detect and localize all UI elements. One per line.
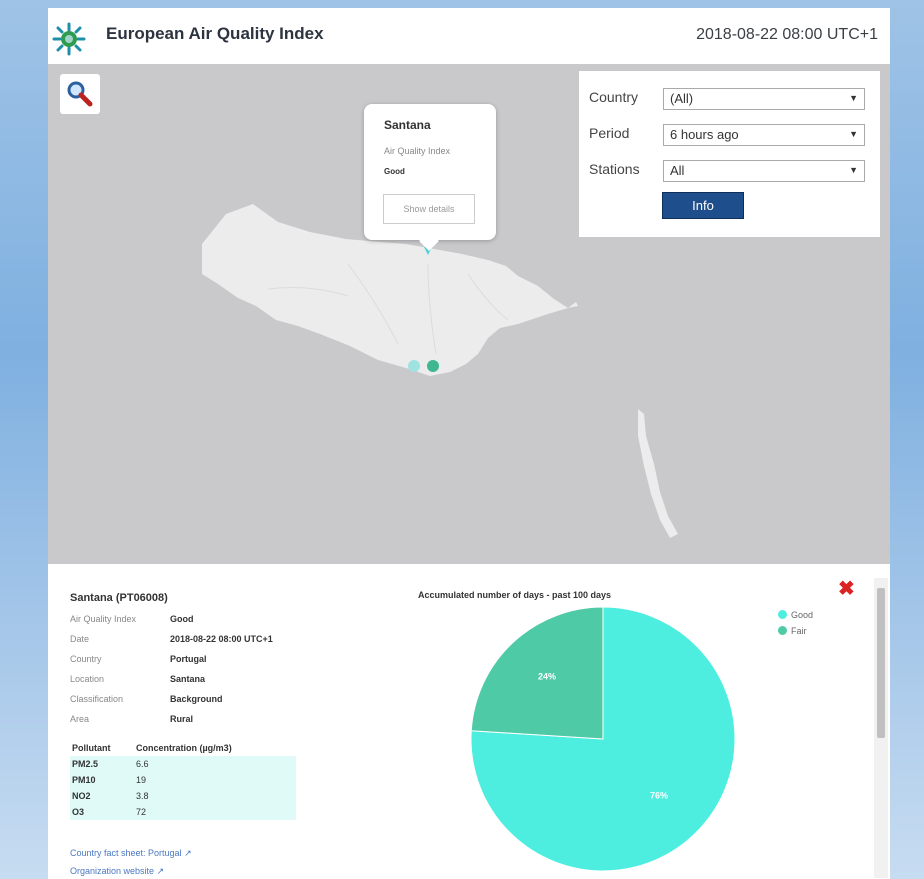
stations-select[interactable]: All ▼ [663,160,865,182]
zoom-button[interactable] [60,74,100,114]
station-detail-panel: Santana (PT06008) Air Quality Index Good … [48,564,890,879]
aqi-panel: European Air Quality Index 2018-08-22 08… [48,8,890,879]
popup-aqi-value: Good [384,167,405,176]
pollutant-table: Pollutant Concentration (µg/m3) PM2.5 6.6… [70,740,296,820]
attr-row: Location Santana [70,674,206,684]
attr-row: Air Quality Index Good [70,614,194,624]
header: European Air Quality Index 2018-08-22 08… [48,8,890,64]
header-timestamp: 2018-08-22 08:00 UTC+1 [696,26,878,43]
chart-title: Accumulated number of days - past 100 da… [418,590,612,600]
stations-label: Stations [589,161,640,177]
info-button[interactable]: Info [662,192,744,219]
map-marker[interactable] [408,360,420,372]
chevron-down-icon: ▼ [849,165,858,175]
popup-station-name: Santana [384,118,431,132]
pie-label-good: 76% [650,791,668,801]
period-select[interactable]: 6 hours ago ▼ [663,124,865,146]
country-select[interactable]: (All) ▼ [663,88,865,110]
popup-aqi-label: Air Quality Index [384,146,451,156]
period-select-value: 6 hours ago [670,127,739,142]
legend-item-good[interactable]: Good [778,610,813,620]
scrollbar[interactable] [874,578,888,878]
attr-row: Area Rural [70,714,194,724]
station-popup: Santana Air Quality Index Good Show deta… [364,104,496,251]
attr-row: Classification Background [70,694,223,704]
pollutant-header: Pollutant [70,740,134,756]
external-link-icon: ↗ [156,866,165,876]
aqi-pie-chart: 76% 24% [470,606,736,872]
legend-swatch [778,610,787,619]
app-title: European Air Quality Index [106,24,324,43]
table-row: NO2 3.8 [70,788,296,804]
chevron-down-icon: ▼ [849,129,858,139]
station-title: Santana (PT06008) [70,592,168,604]
map-marker[interactable] [427,360,439,372]
table-row: PM2.5 6.6 [70,756,296,772]
legend-swatch [778,626,787,635]
attr-row: Country Portugal [70,654,207,664]
organization-website-link[interactable]: Organization website ↗ [70,866,164,877]
period-label: Period [589,125,630,141]
scrollbar-thumb[interactable] [877,588,885,738]
country-fact-sheet-link[interactable]: Country fact sheet: Portugal ↗ [70,848,192,859]
legend-item-fair[interactable]: Fair [778,626,807,636]
aqi-logo-icon [52,22,86,56]
chevron-down-icon: ▼ [849,93,858,103]
magnifier-icon [67,81,93,107]
table-header-row: Pollutant Concentration (µg/m3) [70,740,296,756]
table-row: PM10 19 [70,772,296,788]
stations-select-value: All [670,163,685,178]
external-link-icon: ↗ [184,848,192,858]
attr-row: Date 2018-08-22 08:00 UTC+1 [70,634,273,644]
table-row: O3 72 [70,804,296,820]
country-select-value: (All) [670,91,694,106]
close-icon[interactable]: ✖ [838,576,855,601]
concentration-header: Concentration (µg/m3) [134,740,296,756]
country-label: Country [589,89,639,105]
filter-panel: Country (All) ▼ Period 6 hours ago ▼ Sta… [579,71,880,237]
map-view[interactable]: Santana Air Quality Index Good Show deta… [48,64,890,564]
pie-label-fair: 24% [538,671,556,681]
show-details-button[interactable]: Show details [383,194,475,224]
